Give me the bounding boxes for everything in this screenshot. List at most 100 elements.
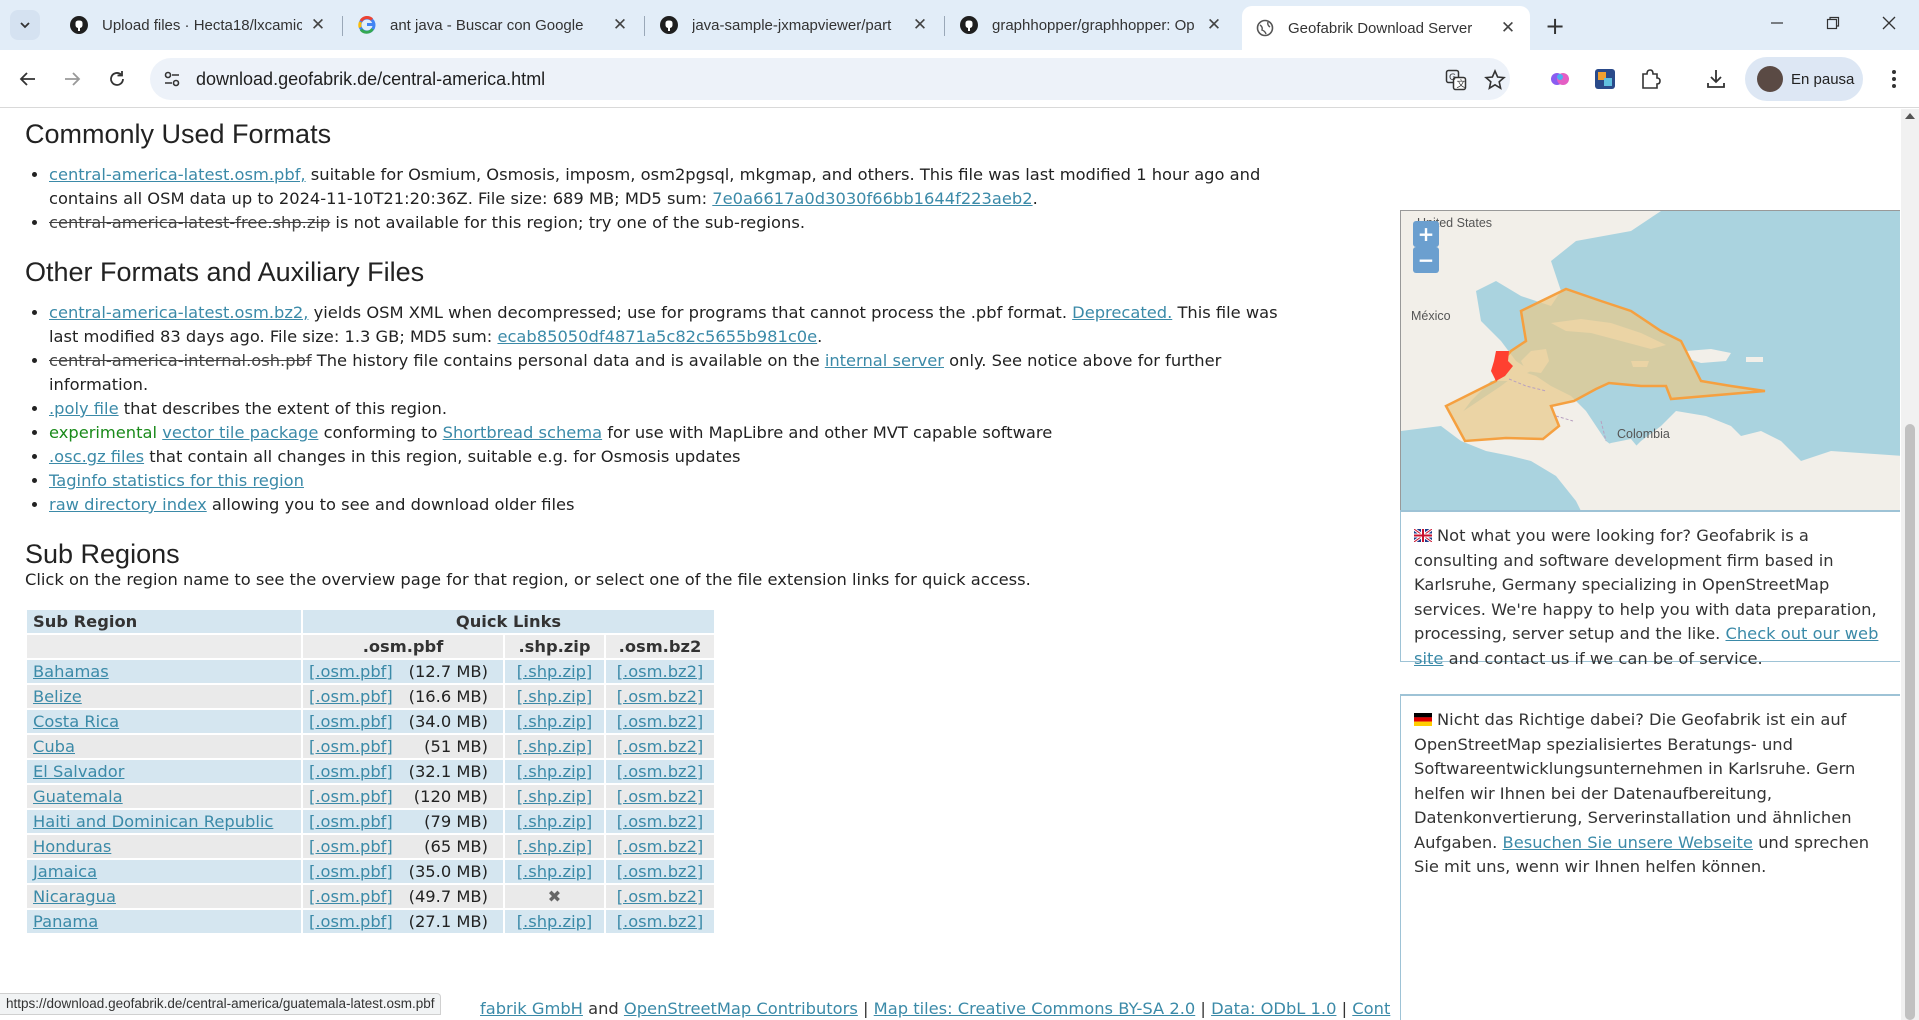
bz2-link[interactable]: [.osm.bz2]	[617, 687, 704, 706]
subregion-link[interactable]: Honduras	[33, 837, 111, 856]
deprecated-link[interactable]: Deprecated.	[1072, 303, 1172, 322]
vector-tile-link[interactable]: vector tile package	[162, 423, 318, 442]
tab-graphhopper[interactable]: graphhopper/graphhopper: Op ✕	[946, 6, 1236, 44]
pbf-link[interactable]: [.osm.pbf]	[309, 687, 393, 706]
poly-file-link[interactable]: .poly file	[49, 399, 119, 418]
shp-link[interactable]: [.shp.zip]	[517, 737, 593, 756]
close-tab-icon[interactable]: ✕	[308, 15, 328, 35]
bz2-md5-link[interactable]: ecab85050df4871a5c82c5655b981c0e	[497, 327, 817, 346]
subregion-link[interactable]: Haiti and Dominican Republic	[33, 812, 273, 831]
shortbread-schema-link[interactable]: Shortbread schema	[443, 423, 602, 442]
footer-contact-link[interactable]: Cont	[1352, 999, 1390, 1018]
pbf-link[interactable]: [.osm.pbf]	[309, 737, 393, 756]
bz2-link[interactable]: [.osm.bz2]	[617, 737, 704, 756]
shp-link[interactable]: [.shp.zip]	[517, 687, 593, 706]
subregion-link[interactable]: Cuba	[33, 737, 75, 756]
shp-link[interactable]: [.shp.zip]	[517, 862, 593, 881]
table-row: Nicaragua [.osm.pbf] (49.7 MB) ✖ [.osm.bz2]	[27, 885, 714, 908]
scrollbar-thumb[interactable]	[1905, 424, 1915, 1020]
table-row: Cuba [.osm.pbf] (51 MB) [.shp.zip] [.osm.bz…	[27, 735, 714, 758]
zoom-in-button[interactable]: +	[1413, 221, 1439, 247]
profile-button[interactable]: En pausa	[1745, 57, 1863, 101]
pbf-link[interactable]: [.osm.pbf]	[309, 762, 393, 781]
subregion-link[interactable]: Bahamas	[33, 662, 109, 681]
tab-google-search[interactable]: ant java - Buscar con Google ✕	[344, 6, 642, 44]
footer-data-link[interactable]: Data: ODbL 1.0	[1211, 999, 1336, 1018]
bz2-link[interactable]: [.osm.bz2]	[617, 887, 704, 906]
pbf-link[interactable]: [.osm.pbf]	[309, 812, 393, 831]
shp-link[interactable]: [.shp.zip]	[517, 662, 593, 681]
subregion-link[interactable]: El Salvador	[33, 762, 124, 781]
pbf-link[interactable]: [.osm.pbf]	[309, 787, 393, 806]
bz2-link[interactable]: [.osm.bz2]	[617, 712, 704, 731]
raw-directory-link[interactable]: raw directory index	[49, 495, 207, 514]
footer-osm-link[interactable]: OpenStreetMap Contributors	[624, 999, 858, 1018]
shp-link[interactable]: [.shp.zip]	[517, 762, 593, 781]
shp-link[interactable]: [.shp.zip]	[517, 837, 593, 856]
reload-button[interactable]	[101, 63, 133, 95]
shp-link[interactable]: [.shp.zip]	[517, 787, 593, 806]
close-tab-icon[interactable]: ✕	[1498, 18, 1518, 38]
extension-brain-button[interactable]	[1544, 63, 1576, 95]
pbf-link[interactable]: [.osm.pbf]	[309, 662, 393, 681]
extensions-button[interactable]	[1634, 63, 1666, 95]
close-tab-icon[interactable]: ✕	[1204, 15, 1224, 35]
subregion-link[interactable]: Jamaica	[33, 862, 97, 881]
subregion-link[interactable]: Guatemala	[33, 787, 123, 806]
new-tab-button[interactable]: +	[1540, 11, 1570, 41]
table-header-row: .osm.pbf .shp.zip .osm.bz2	[27, 635, 714, 658]
minimize-button[interactable]	[1750, 0, 1804, 46]
forward-button[interactable]	[56, 63, 88, 95]
close-window-button[interactable]	[1862, 0, 1916, 46]
bz2-link[interactable]: [.osm.bz2]	[617, 912, 704, 931]
scroll-up-arrow-icon[interactable]	[1905, 113, 1915, 119]
site-info-icon[interactable]	[162, 69, 182, 89]
shp-link[interactable]: [.shp.zip]	[517, 812, 593, 831]
map-label-colombia: Colombia	[1617, 427, 1670, 441]
website-link-german[interactable]: Besuchen Sie unsere Webseite	[1503, 833, 1753, 852]
downloads-button[interactable]	[1700, 63, 1732, 95]
page-scrollbar[interactable]	[1901, 109, 1919, 1020]
pbf-link[interactable]: [.osm.pbf]	[309, 862, 393, 881]
pbf-link[interactable]: [.osm.pbf]	[309, 837, 393, 856]
pbf-md5-link[interactable]: 7e0a6617a0d3030f66bb1644f223aeb2	[712, 189, 1032, 208]
bz2-download-link[interactable]: central-america-latest.osm.bz2,	[49, 303, 308, 322]
address-bar[interactable]: download.geofabrik.de/central-america.ht…	[150, 58, 1510, 100]
close-tab-icon[interactable]: ✕	[610, 15, 630, 35]
shp-link[interactable]: [.shp.zip]	[517, 912, 593, 931]
germany-flag-icon	[1414, 713, 1432, 726]
footer-tiles-link[interactable]: Map tiles: Creative Commons BY-SA 2.0	[874, 999, 1196, 1018]
subregion-link[interactable]: Panama	[33, 912, 98, 931]
tab-search-button[interactable]	[10, 10, 40, 40]
footer-geofabrik-link[interactable]: fabrik GmbH	[480, 999, 583, 1018]
taginfo-link[interactable]: Taginfo statistics for this region	[49, 471, 304, 490]
menu-button[interactable]	[1878, 63, 1910, 95]
pbf-download-link[interactable]: central-america-latest.osm.pbf,	[49, 165, 306, 184]
close-tab-icon[interactable]: ✕	[910, 15, 930, 35]
pbf-link[interactable]: [.osm.pbf]	[309, 887, 393, 906]
table-header-row: Sub Region Quick Links	[27, 610, 714, 633]
translate-icon[interactable]: G文	[1445, 69, 1467, 91]
bz2-link[interactable]: [.osm.bz2]	[617, 812, 704, 831]
pbf-link[interactable]: [.osm.pbf]	[309, 912, 393, 931]
osc-files-link[interactable]: .osc.gz files	[49, 447, 144, 466]
shp-link[interactable]: [.shp.zip]	[517, 712, 593, 731]
bz2-link[interactable]: [.osm.bz2]	[617, 662, 704, 681]
bz2-link[interactable]: [.osm.bz2]	[617, 762, 704, 781]
bz2-link[interactable]: [.osm.bz2]	[617, 787, 704, 806]
tab-geofabrik[interactable]: Geofabrik Download Server ✕	[1242, 6, 1530, 50]
bz2-link[interactable]: [.osm.bz2]	[617, 837, 704, 856]
extension-map-button[interactable]	[1589, 63, 1621, 95]
subregion-link[interactable]: Belize	[33, 687, 82, 706]
bookmark-star-icon[interactable]	[1484, 69, 1506, 91]
bz2-link[interactable]: [.osm.bz2]	[617, 862, 704, 881]
subregion-link[interactable]: Costa Rica	[33, 712, 119, 731]
subregion-link[interactable]: Nicaragua	[33, 887, 116, 906]
back-button[interactable]	[12, 63, 44, 95]
pbf-link[interactable]: [.osm.pbf]	[309, 712, 393, 731]
tab-upload-files[interactable]: Upload files · Hecta18/lxcamicP ✕	[56, 6, 340, 44]
restore-button[interactable]	[1806, 0, 1860, 46]
zoom-out-button[interactable]: −	[1413, 247, 1439, 273]
internal-server-link[interactable]: internal server	[825, 351, 944, 370]
tab-jxmapviewer[interactable]: java-sample-jxmapviewer/part ✕	[646, 6, 942, 44]
